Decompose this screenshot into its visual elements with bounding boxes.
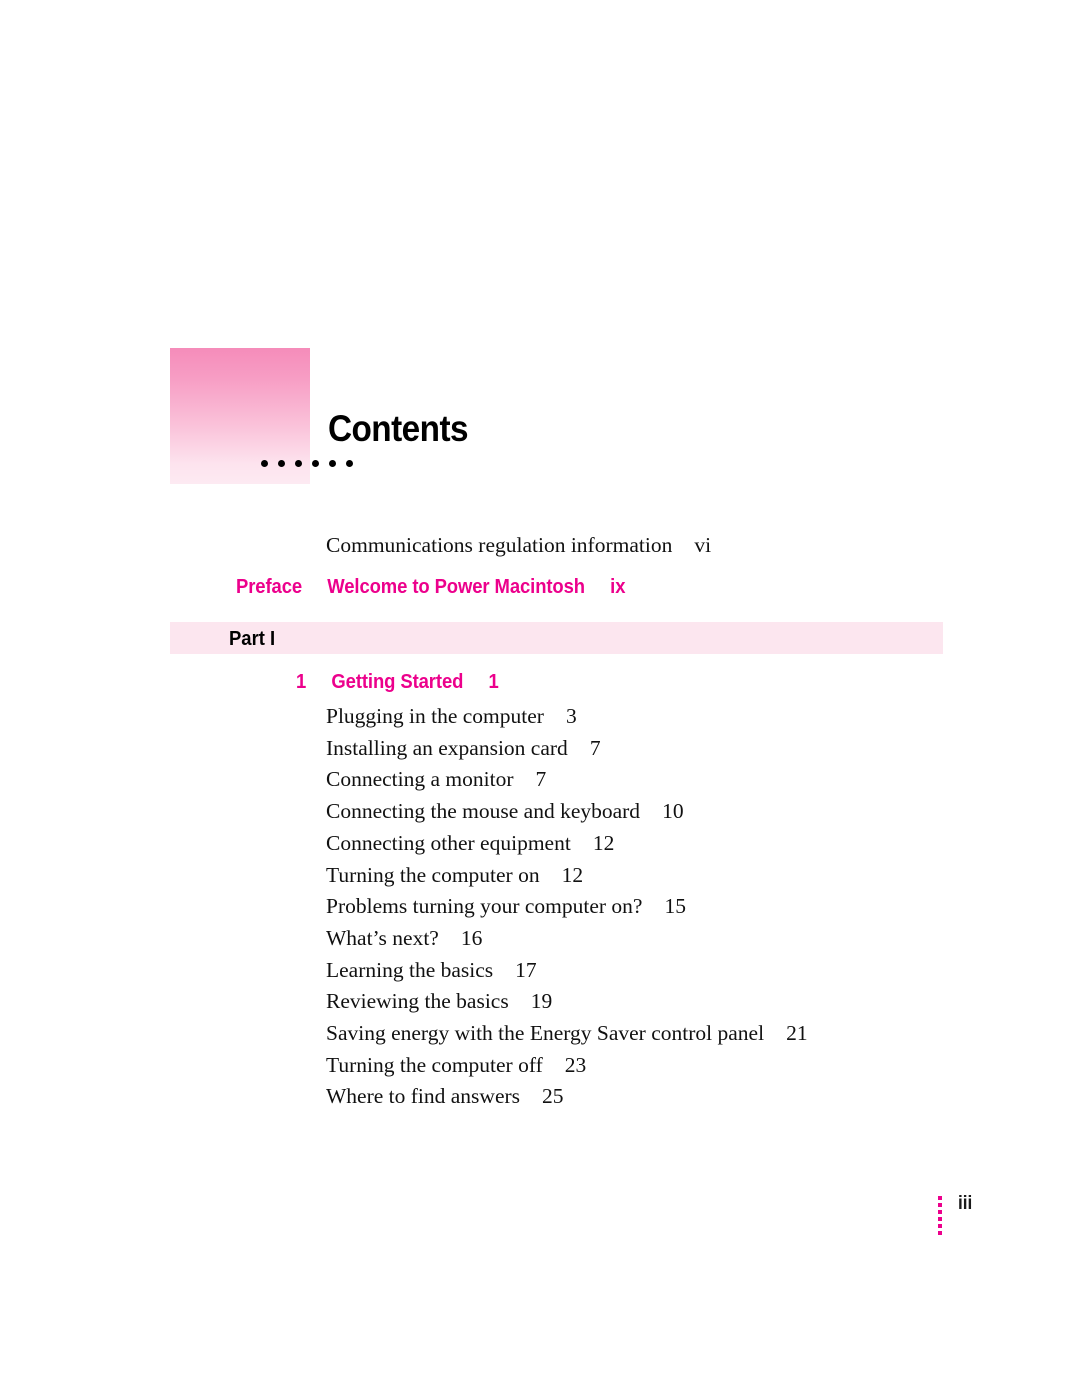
- toc-entry: Where to find answers 25: [326, 1083, 564, 1109]
- folio-dot: [938, 1224, 942, 1228]
- toc-entry-label: Plugging in the computer: [326, 704, 544, 728]
- preface-title: Welcome to Power Macintosh: [327, 575, 585, 598]
- header-dot: [312, 460, 319, 467]
- toc-entry: Installing an expansion card 7: [326, 735, 601, 761]
- chapter-page: 1: [488, 670, 499, 693]
- header-dot: [295, 460, 302, 467]
- toc-entry-front-matter: Communications regulation information vi: [326, 532, 711, 558]
- page-title: Contents: [328, 408, 469, 449]
- toc-entry-label: Reviewing the basics: [326, 989, 509, 1014]
- toc-entry-page: 10: [662, 799, 684, 824]
- toc-entry: Connecting the mouse and keyboard 10: [326, 798, 684, 824]
- toc-entry: Connecting other equipment 12: [326, 830, 614, 856]
- page-folio: iii: [938, 1194, 974, 1235]
- toc-entry-label: Learning the basics: [326, 957, 494, 982]
- part-label: Part I: [229, 627, 276, 650]
- folio-dot: [938, 1217, 942, 1221]
- toc-entry-chapter: 1 Getting Started 1: [296, 669, 499, 694]
- toc-entry-page: 12: [592, 830, 615, 855]
- folio-number: iii: [958, 1193, 973, 1214]
- header-dot: [278, 460, 285, 467]
- header-dot: [329, 460, 336, 467]
- preface-page: ix: [610, 575, 626, 598]
- header-dot: [261, 460, 268, 467]
- folio-dot: [938, 1196, 942, 1200]
- part-band: [170, 622, 943, 654]
- toc-entry-page: 17: [515, 957, 537, 982]
- toc-entry: What’s next? 16: [326, 925, 482, 951]
- toc-entry-label: Connecting other equipment: [326, 830, 571, 855]
- toc-entry-page: 7: [589, 735, 601, 760]
- preface-kicker: Preface: [236, 575, 303, 598]
- toc-entry: Plugging in the computer 3: [326, 703, 577, 729]
- toc-entry: Problems turning your computer on? 15: [326, 893, 686, 919]
- folio-dot: [938, 1203, 942, 1207]
- chapter-title: Getting Started: [331, 670, 464, 693]
- toc-entry-page: 16: [460, 925, 483, 950]
- toc-entry: Connecting a monitor 7: [326, 766, 546, 792]
- toc-entry-page: 3: [565, 704, 577, 728]
- folio-dot: [938, 1210, 942, 1214]
- toc-entry: Turning the computer on 12: [326, 862, 583, 888]
- toc-entry-label: Saving energy with the Energy Saver cont…: [326, 1021, 765, 1045]
- toc-entry-page: 25: [542, 1084, 564, 1109]
- toc-page: { "page": { "title": "Contents", "folio"…: [0, 0, 1080, 1397]
- toc-entry-label: Connecting the mouse and keyboard: [326, 799, 641, 824]
- toc-entry-label: Problems turning your computer on?: [326, 894, 643, 919]
- toc-entry-page: 7: [535, 767, 547, 792]
- toc-entry: Learning the basics 17: [326, 957, 537, 983]
- toc-entry-page: 12: [561, 862, 584, 887]
- toc-entry-page: 15: [664, 894, 686, 919]
- toc-entry-label: What’s next?: [326, 925, 439, 950]
- toc-entry-label: Where to find answers: [326, 1084, 521, 1109]
- toc-entry: Saving energy with the Energy Saver cont…: [326, 1020, 808, 1046]
- toc-entry: Reviewing the basics 19: [326, 988, 552, 1014]
- header-dot-rule: [261, 460, 353, 467]
- toc-entry-label: Communications regulation information: [326, 533, 673, 557]
- toc-entry: Turning the computer off 23: [326, 1052, 586, 1078]
- toc-entry-page: vi: [694, 533, 712, 557]
- folio-dot: [938, 1231, 942, 1235]
- header-dot: [346, 460, 353, 467]
- toc-entry-label: Turning the computer on: [326, 862, 540, 887]
- toc-entry-preface: Preface Welcome to Power Macintosh ix: [236, 574, 625, 599]
- toc-entry-label: Turning the computer off: [326, 1052, 543, 1077]
- toc-entry-label: Connecting a monitor: [326, 767, 514, 792]
- toc-entry-page: 19: [530, 989, 553, 1014]
- toc-entry-label: Installing an expansion card: [326, 735, 568, 760]
- toc-entry-page: 21: [786, 1021, 808, 1045]
- folio-dot-rule: [938, 1194, 942, 1235]
- toc-entry-page: 23: [564, 1052, 587, 1077]
- chapter-number: 1: [296, 670, 307, 693]
